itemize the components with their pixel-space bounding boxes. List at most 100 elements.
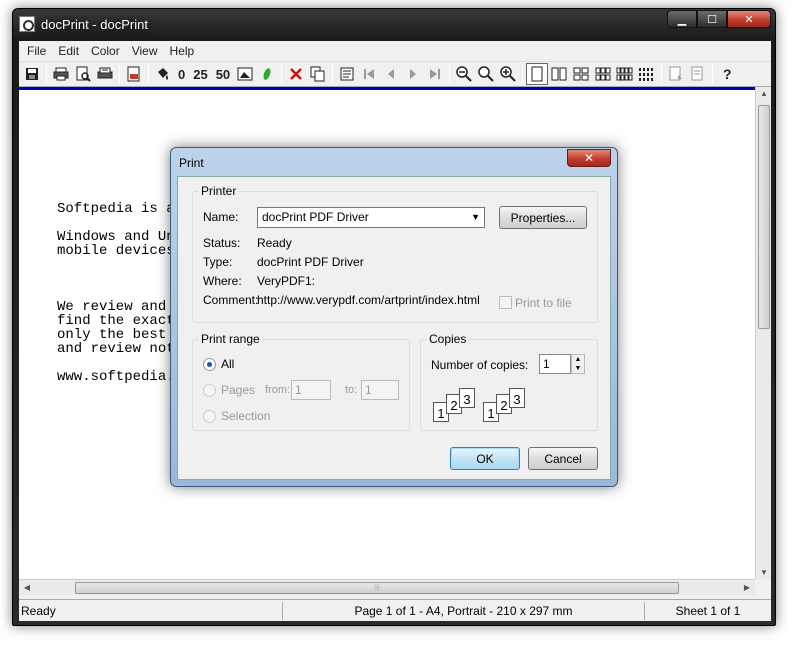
- status-value: Ready: [257, 236, 292, 250]
- print-setup-icon[interactable]: [94, 63, 116, 85]
- print-range-label: Print range: [199, 332, 262, 346]
- range-to-input[interactable]: 1: [361, 380, 399, 400]
- toolbar-separator: [119, 64, 120, 84]
- printer-name-select[interactable]: docPrint PDF Driver ▼: [257, 207, 485, 228]
- vertical-scroll-thumb[interactable]: [758, 105, 770, 329]
- minimize-button[interactable]: ▁: [667, 10, 697, 28]
- where-label: Where:: [203, 274, 242, 288]
- scroll-left-icon[interactable]: ◀: [19, 583, 35, 592]
- ok-button[interactable]: OK: [450, 447, 520, 470]
- maximize-button[interactable]: ☐: [697, 10, 727, 28]
- help-icon[interactable]: ?: [716, 63, 738, 85]
- window-title: docPrint - docPrint: [41, 17, 148, 32]
- save-icon[interactable]: [21, 63, 43, 85]
- menu-view[interactable]: View: [126, 42, 164, 60]
- fill-icon[interactable]: [152, 63, 174, 85]
- range-selection-label: Selection: [221, 409, 271, 423]
- type-value: docPrint PDF Driver: [257, 255, 364, 269]
- copies-spinner[interactable]: ▲ ▼: [571, 354, 585, 374]
- next-page-icon[interactable]: [402, 63, 424, 85]
- menu-edit[interactable]: Edit: [52, 42, 85, 60]
- range-from-label: from:: [265, 384, 291, 396]
- print-icon[interactable]: [50, 63, 72, 85]
- cancel-button[interactable]: Cancel: [528, 447, 598, 470]
- range-all-radio[interactable]: [203, 358, 216, 371]
- svg-text:?: ?: [723, 66, 732, 82]
- print-dialog: Print ✕ Printer Name: docPrint PDF Drive…: [170, 147, 618, 487]
- number-of-copies-input[interactable]: 1: [539, 354, 571, 374]
- printer-name-value: docPrint PDF Driver: [262, 210, 369, 224]
- scroll-down-icon[interactable]: ▼: [756, 568, 772, 577]
- window-controls: ▁ ☐ ✕: [667, 10, 771, 28]
- toolbar-separator: [522, 64, 524, 84]
- menu-color[interactable]: Color: [85, 42, 126, 60]
- status-label: Status:: [203, 236, 241, 250]
- four-pages-icon[interactable]: [570, 63, 592, 85]
- status-sheet-text: Sheet 1 of 1: [675, 603, 741, 618]
- dialog-title: Print: [179, 156, 204, 170]
- print-preview-icon[interactable]: [72, 63, 94, 85]
- toolbar-separator: [661, 64, 663, 84]
- printer-group-label: Printer: [199, 184, 239, 198]
- page-down-icon[interactable]: [665, 63, 687, 85]
- print-range-group: Print range All Pages from: 1 to: 1 Sele…: [192, 332, 410, 431]
- single-page-icon[interactable]: [526, 63, 549, 85]
- toolbar-separator: [281, 64, 283, 84]
- range-to-label: to:: [345, 384, 358, 396]
- collate-page-3b: 3: [509, 388, 525, 408]
- close-button[interactable]: ✕: [727, 10, 771, 28]
- horizontal-scroll-thumb[interactable]: ⦙⦙⦙: [75, 582, 679, 594]
- menu-bar: File Edit Color View Help: [19, 41, 771, 61]
- eight-pages-icon[interactable]: [614, 63, 636, 85]
- zoom-25-button[interactable]: 25: [189, 63, 211, 85]
- last-page-icon[interactable]: [424, 63, 446, 85]
- delete-icon[interactable]: [285, 63, 307, 85]
- where-value: VeryPDF1:: [257, 274, 316, 288]
- printer-name-label: Name:: [203, 210, 239, 224]
- range-pages-radio[interactable]: [203, 384, 216, 397]
- copy-icon[interactable]: [307, 63, 329, 85]
- toolbar-separator: [46, 64, 47, 84]
- two-pages-icon[interactable]: [548, 63, 570, 85]
- menu-file[interactable]: File: [21, 42, 52, 60]
- range-pages-label: Pages: [221, 383, 256, 397]
- zoom-out-icon[interactable]: [453, 63, 475, 85]
- zoom-in-icon[interactable]: [497, 63, 519, 85]
- dialog-close-button[interactable]: ✕: [567, 149, 611, 167]
- range-selection-radio[interactable]: [203, 410, 216, 423]
- page-up-icon[interactable]: [687, 63, 709, 85]
- app-icon[interactable]: [19, 16, 35, 32]
- menu-help[interactable]: Help: [164, 42, 201, 60]
- title-bar[interactable]: docPrint - docPrint ▁ ☐ ✕: [13, 9, 775, 41]
- pdf-icon[interactable]: [123, 63, 145, 85]
- status-ready: Ready: [19, 601, 283, 620]
- zoom-50-button[interactable]: 50: [212, 63, 234, 85]
- leaf-icon[interactable]: [256, 63, 278, 85]
- image-icon[interactable]: [234, 63, 256, 85]
- collate-page-3: 3: [459, 388, 475, 408]
- comment-label: Comment:: [203, 293, 259, 307]
- properties-button[interactable]: Properties...: [499, 206, 587, 229]
- horizontal-scrollbar[interactable]: ◀ ⦙⦙⦙ ▶: [19, 579, 755, 595]
- status-sheet: Sheet 1 of 1: [645, 602, 771, 620]
- scroll-up-icon[interactable]: ▲: [756, 89, 772, 98]
- range-all-label: All: [221, 357, 235, 371]
- number-of-copies-label: Number of copies:: [431, 358, 529, 372]
- six-pages-icon[interactable]: [592, 63, 614, 85]
- print-to-file-checkbox[interactable]: [499, 296, 512, 309]
- zoom-fit-icon[interactable]: [475, 63, 497, 85]
- status-page-text: Page 1 of 1 - A4, Portrait - 210 x 297 m…: [354, 603, 573, 618]
- properties-icon[interactable]: [336, 63, 358, 85]
- toolbar-separator: [449, 64, 451, 84]
- scroll-right-icon[interactable]: ▶: [739, 583, 755, 592]
- vertical-scrollbar[interactable]: ▲ ▼: [755, 87, 771, 579]
- previous-page-icon[interactable]: [380, 63, 402, 85]
- first-page-icon[interactable]: [358, 63, 380, 85]
- zoom-0-button[interactable]: 0: [174, 63, 189, 85]
- range-from-input[interactable]: 1: [291, 380, 331, 400]
- toolbar-separator: [332, 64, 334, 84]
- status-page-info: Page 1 of 1 - A4, Portrait - 210 x 297 m…: [283, 601, 645, 620]
- toolbar: 0 25 50 ?: [19, 61, 771, 87]
- many-pages-icon[interactable]: [636, 63, 658, 85]
- toolbar-separator: [148, 64, 149, 84]
